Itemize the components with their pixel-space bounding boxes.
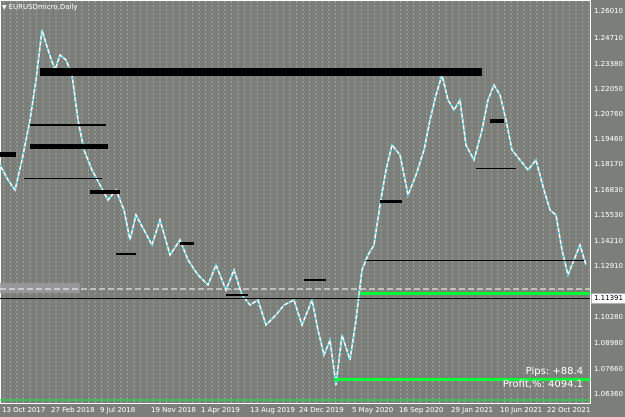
price-label: 1.07660 [594,365,623,373]
level-line [304,279,326,281]
price-label: 1.10280 [594,313,623,321]
level-line [180,242,194,245]
level-line [24,178,102,179]
time-label: 5 May 2020 [352,406,394,414]
time-label: 9 Jul 2018 [100,406,136,414]
level-line [490,119,504,123]
time-label: 27 Feb 2018 [51,406,95,414]
price-label: 1.15530 [594,211,623,219]
time-label: 22 Oct 2021 [547,406,591,414]
level-line [116,253,136,255]
level-line [476,168,516,169]
price-series-highlight [0,29,587,386]
level-line [40,68,482,76]
time-label: 13 Aug 2019 [250,406,295,414]
price-label: 1.26010 [594,7,623,15]
price-label: 1.06360 [594,390,623,398]
price-label: 1.22050 [594,85,623,93]
price-label: 1.23380 [594,60,623,68]
pips-readout: Pips: +88.4 [525,366,583,377]
time-label: 29 Jan 2021 [451,406,493,414]
time-label: 19 Nov 2018 [151,406,196,414]
time-label: 10 Jun 2021 [500,406,543,414]
price-chart[interactable] [0,0,625,417]
history-band [0,283,80,293]
plot-frame [0,0,591,404]
level-line [30,144,108,149]
symbol-title-text: EURUSDmicro,Daily [8,3,78,11]
level-line [90,190,120,194]
price-label: 1.19460 [594,135,623,143]
price-label: 1.08980 [594,339,623,347]
price-label: 1.18170 [594,160,623,168]
price-label: 1.20760 [594,110,623,118]
price-series-line [0,29,587,386]
level-line [226,294,248,296]
level-line [380,200,402,203]
chart-window[interactable]: ▼ EURUSDmicro,Daily 1.26010 1.24710 1.23… [0,0,625,417]
time-label: 24 Dec 2019 [299,406,344,414]
time-label: 16 Sep 2020 [399,406,444,414]
level-line [30,124,106,126]
time-label: 13 Oct 2017 [2,406,46,414]
time-label: 1 Apr 2019 [201,406,240,414]
profit-readout: Profit,%: 4094.1 [502,379,583,390]
price-label: 1.16830 [594,186,623,194]
dropdown-arrow-icon[interactable]: ▼ [2,4,7,11]
current-price-tag: 1.11391 [591,293,625,304]
price-label: 1.14210 [594,237,623,245]
profit-line [360,292,590,295]
level-line [366,260,584,261]
level-line [0,298,590,299]
level-line [0,152,16,157]
price-label: 1.12910 [594,262,623,270]
symbol-title[interactable]: ▼ EURUSDmicro,Daily [2,2,78,12]
price-label: 1.24710 [594,34,623,42]
